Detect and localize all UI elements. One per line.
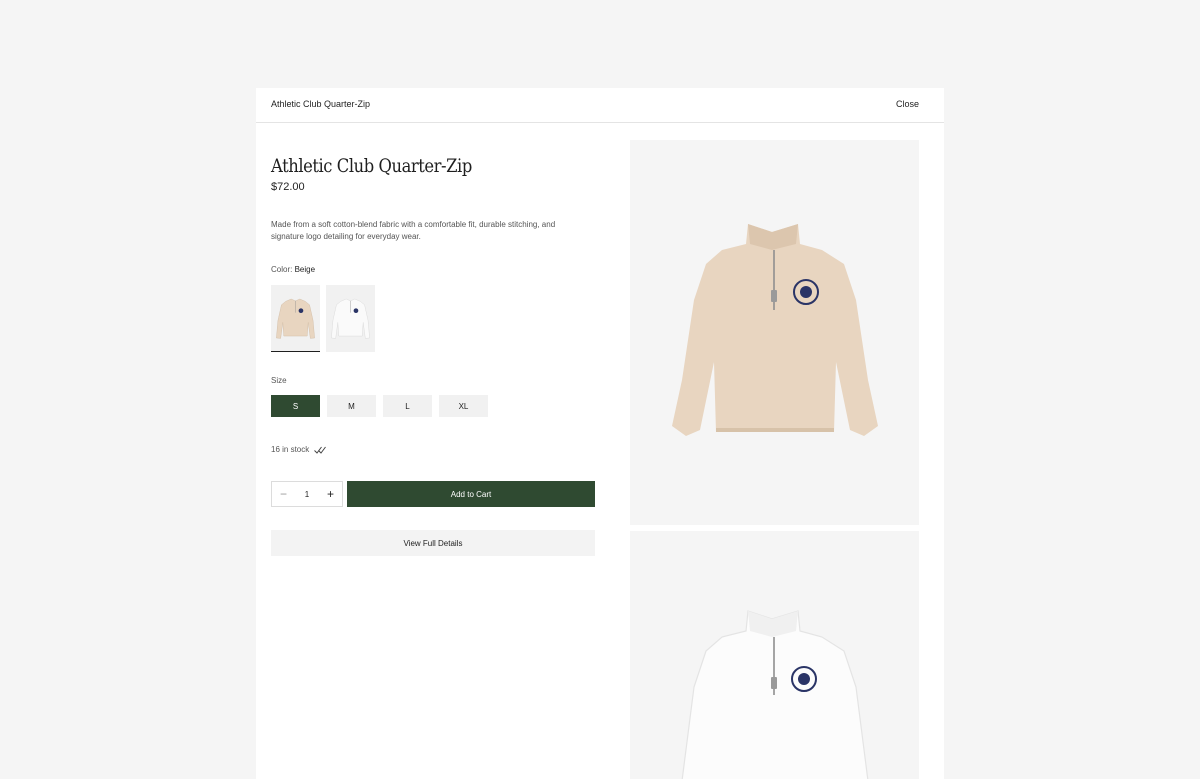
white-sweatshirt-image xyxy=(681,610,869,779)
product-image-beige xyxy=(630,140,919,525)
close-button[interactable]: Close xyxy=(896,99,919,109)
swatch-beige[interactable] xyxy=(271,285,320,352)
plus-icon[interactable]: + xyxy=(327,488,334,500)
white-sweatshirt-thumbnail xyxy=(331,298,370,339)
stock-text: 16 in stock xyxy=(271,445,310,454)
product-description: Made from a soft cotton-blend fabric wit… xyxy=(271,220,556,241)
double-check-icon xyxy=(314,446,327,454)
add-to-cart-button[interactable]: Add to Cart xyxy=(347,481,595,507)
color-label-text: Color: xyxy=(271,265,293,274)
size-xl-button[interactable]: XL xyxy=(439,395,488,417)
quick-view-modal: Athletic Club Quarter-Zip Close Athletic… xyxy=(256,88,944,779)
product-title: Athletic Club Quarter-Zip xyxy=(271,155,472,177)
minus-icon[interactable]: − xyxy=(280,488,287,500)
quantity-value: 1 xyxy=(304,489,310,499)
size-l-button[interactable]: L xyxy=(383,395,432,417)
view-full-details-button[interactable]: View Full Details xyxy=(271,530,595,556)
beige-sweatshirt-thumbnail xyxy=(276,298,315,339)
product-price: $72.00 xyxy=(271,181,305,193)
stock-status: 16 in stock xyxy=(271,445,327,454)
size-s-button[interactable]: S xyxy=(271,395,320,417)
product-image-white xyxy=(630,531,919,779)
quantity-stepper: − 1 + xyxy=(271,481,343,507)
color-label: Color: Beige xyxy=(271,265,315,274)
beige-sweatshirt-image xyxy=(672,224,878,436)
color-value: Beige xyxy=(294,265,316,274)
modal-header: Athletic Club Quarter-Zip Close xyxy=(256,88,944,123)
size-m-button[interactable]: M xyxy=(327,395,376,417)
swatch-white[interactable] xyxy=(326,285,375,352)
size-label: Size xyxy=(271,376,287,385)
modal-title: Athletic Club Quarter-Zip xyxy=(271,99,371,109)
